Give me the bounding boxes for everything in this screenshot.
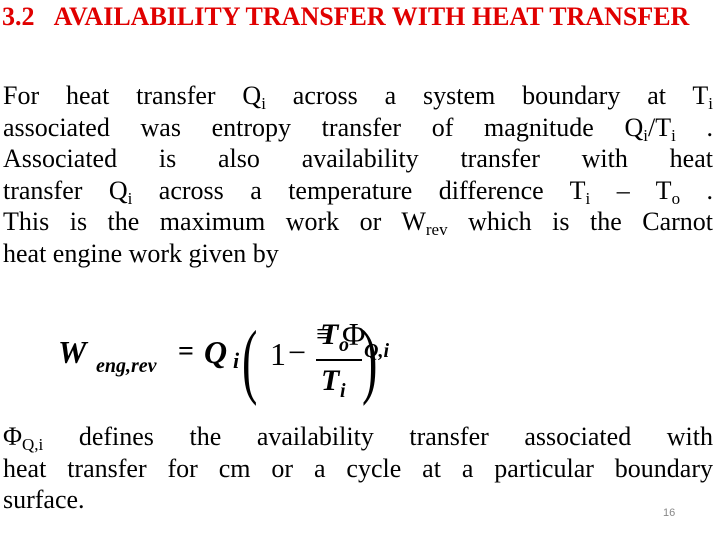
eq-fraction-denominator: T [321, 364, 340, 397]
eq-work-symbol: W [58, 334, 87, 370]
eq-work-subscript: eng,rev [96, 355, 157, 377]
paragraph-line: surface. [3, 485, 85, 514]
section-number: 3.2 [2, 2, 35, 31]
definition-paragraph: ΦQ,i defines the availability transfer a… [3, 421, 713, 516]
eq-denominator-subscript: i [340, 380, 346, 402]
eq-phi-subscript: Q,i [364, 340, 389, 362]
eq-minus: − [288, 334, 307, 370]
paragraph-line: heat engine work given by [3, 238, 279, 268]
eq-heat-symbol: Q [204, 334, 228, 370]
paragraph-line: associated was entropy transfer of magni… [3, 112, 713, 145]
paragraph-line: heat transfer for cm or a cycle at a par… [3, 453, 713, 483]
eq-phi-symbol: Φ [342, 316, 366, 352]
eq-equals: = [178, 336, 194, 367]
section-title-text: AVAILABILITY TRANSFER WITH HEAT TRANSFER [53, 2, 690, 31]
paragraph-line: This is the maximum work or Wrev which i… [3, 207, 713, 239]
eq-heat-subscript: i [233, 348, 240, 373]
eq-equivalent: ≡ [316, 319, 332, 350]
page-number: 16 [663, 507, 676, 519]
eq-left-paren: ( [242, 314, 258, 407]
eq-fraction-bar [316, 359, 362, 361]
paragraph-line: For heat transfer Qi across a system bou… [3, 81, 713, 113]
paragraph-line: Associated is also availability transfer… [3, 144, 713, 173]
paragraph-line: transfer Qi across a temperature differe… [3, 175, 714, 208]
paragraph-line: ΦQ,i defines the availability transfer a… [3, 422, 713, 454]
eq-one: 1 [270, 336, 286, 372]
slide-title: 3.2 AVAILABILITY TRANSFER WITH HEAT TRAN… [2, 2, 714, 32]
intro-paragraph: For heat transfer Qi across a system bou… [3, 80, 713, 269]
